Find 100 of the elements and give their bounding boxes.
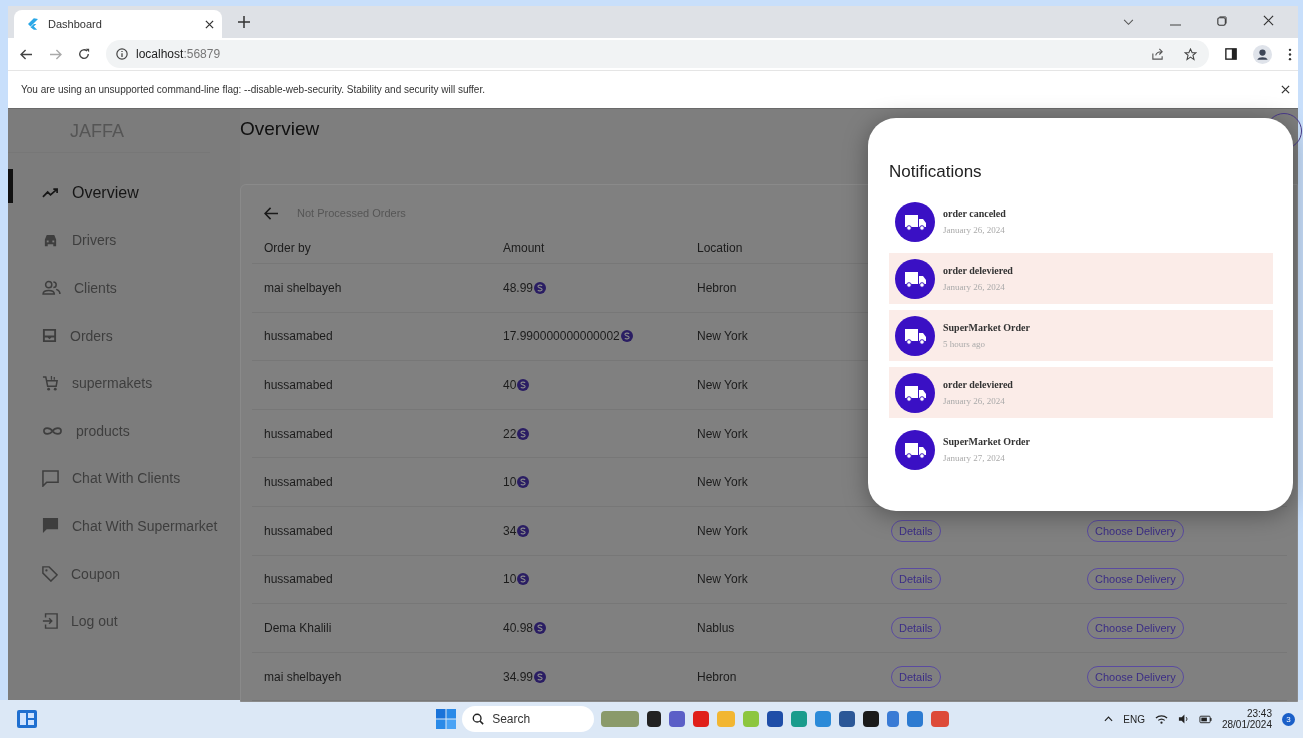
- notification-title: order deleviered: [943, 379, 1013, 390]
- truck-icon: [895, 429, 935, 470]
- star-icon[interactable]: [1184, 47, 1197, 61]
- address-field[interactable]: localhost:56879: [106, 40, 1209, 68]
- sidebar-item[interactable]: Clients: [8, 264, 240, 312]
- truck-icon: [895, 258, 935, 299]
- windows-start-icon[interactable]: [436, 709, 457, 729]
- sidebar-item[interactable]: Drivers: [8, 216, 240, 265]
- logout-icon: [42, 613, 58, 630]
- url-text: localhost:56879: [136, 47, 221, 61]
- new-tab-icon[interactable]: [238, 16, 250, 28]
- table-cell-text: hussamabed: [264, 475, 334, 490]
- coin-icon: [620, 330, 633, 343]
- notification-time: 5 hours ago: [943, 339, 986, 349]
- table-cell-text: Hebron: [697, 669, 738, 684]
- notification-title: SuperMarket Order: [943, 322, 1030, 333]
- speaker-icon[interactable]: [1177, 714, 1189, 724]
- truck-icon: [895, 372, 935, 413]
- table-cell-text: Dema Khalili: [264, 620, 333, 635]
- sidebar-item[interactable]: supermakets: [8, 359, 240, 407]
- notification-item[interactable]: SuperMarket Order January 27, 2024: [889, 424, 1273, 475]
- table-cell-text: New York: [697, 475, 749, 490]
- sidebar-item[interactable]: Coupon: [8, 549, 240, 598]
- sidebar-item[interactable]: Orders: [8, 311, 240, 360]
- notification-item[interactable]: SuperMarket Order 5 hours ago: [889, 310, 1273, 361]
- table-cell: 10: [503, 572, 517, 587]
- chevron-up-icon[interactable]: [1104, 716, 1114, 722]
- menu-dots-icon[interactable]: [1288, 47, 1292, 61]
- chat-bubble-icon: [42, 469, 59, 487]
- infinity-icon: [42, 425, 63, 436]
- close-icon[interactable]: [205, 19, 214, 29]
- sidebar-item[interactable]: Overview: [8, 169, 240, 217]
- table-cell-text: New York: [697, 523, 749, 538]
- table-cell: 22: [503, 426, 517, 441]
- search-field[interactable]: Search: [462, 706, 595, 732]
- restore-icon[interactable]: [1217, 16, 1227, 26]
- dialog-title: Notifications: [889, 162, 983, 182]
- clock-time[interactable]: 23:43: [1246, 708, 1272, 719]
- table-cell-text: New York: [697, 378, 749, 392]
- people-icon: [42, 280, 61, 296]
- back-arrow-icon[interactable]: [20, 48, 33, 60]
- warning-message: You are using an unsupported command-line flag: --disable-web-security. Stability and security will suffer.: [21, 84, 485, 95]
- notification-time: January 26, 2024: [943, 225, 1006, 235]
- table-cell-text: mai shelbayeh: [264, 669, 343, 684]
- table-cell-text: Nablus: [697, 620, 736, 635]
- battery-icon[interactable]: [1198, 714, 1212, 724]
- coin-icon: [517, 379, 530, 391]
- table-cell: 40: [503, 378, 517, 392]
- active-indicator: [8, 169, 13, 203]
- table-cell-text: New York: [697, 426, 749, 441]
- notification-badge[interactable]: 3: [1282, 712, 1295, 726]
- profile-icon[interactable]: [1253, 44, 1272, 64]
- table-cell-text: New York: [697, 329, 749, 344]
- table-cell: 17.990000000000002: [503, 329, 620, 344]
- table-cell-text: mai shelbayeh: [264, 280, 343, 295]
- tag-icon: [42, 565, 58, 582]
- notification-title: order deleviered: [943, 265, 1013, 276]
- trend-line-icon: [42, 187, 59, 198]
- sidebar-item[interactable]: Chat With Supermarket: [8, 502, 240, 550]
- column-header: Amount: [503, 241, 546, 255]
- notification-title: order canceled: [943, 208, 1006, 219]
- inbox-tray-icon: [42, 328, 57, 344]
- chat-bubble-icon: [42, 517, 59, 535]
- browser-tab[interactable]: Dashboard: [14, 10, 222, 38]
- notification-item[interactable]: order deleviered January 26, 2024: [889, 367, 1273, 418]
- table-cell: 34.99: [503, 669, 534, 684]
- sidebar-item[interactable]: products: [8, 406, 240, 455]
- sidebar-item[interactable]: Log out: [8, 597, 240, 645]
- coin-icon: [534, 670, 547, 683]
- notification-title: SuperMarket Order: [943, 436, 1030, 447]
- side-panel-icon[interactable]: [1225, 48, 1237, 60]
- notification-item[interactable]: order canceled January 26, 2024: [889, 196, 1273, 247]
- table-cell-text: hussamabed: [264, 523, 334, 538]
- notification-time: January 27, 2024: [943, 453, 1006, 463]
- table-cell: 34: [503, 523, 517, 538]
- share-icon[interactable]: [1151, 47, 1164, 61]
- coin-icon: [517, 476, 530, 489]
- info-icon: [116, 48, 128, 60]
- coin-icon: [517, 427, 530, 440]
- close-icon[interactable]: [1263, 15, 1274, 26]
- close-icon[interactable]: [1281, 85, 1290, 94]
- language-indicator[interactable]: ENG: [1123, 713, 1145, 725]
- chevron-down-icon[interactable]: [1123, 19, 1134, 26]
- sidebar-item[interactable]: Chat With Clients: [8, 454, 240, 503]
- wifi-icon[interactable]: [1154, 714, 1168, 724]
- widgets-icon[interactable]: [17, 710, 37, 728]
- notification-time: January 26, 2024: [943, 282, 1006, 292]
- reload-icon[interactable]: [78, 48, 90, 60]
- table-cell-text: hussamabed: [264, 378, 334, 392]
- search-icon: [472, 713, 485, 725]
- table-cell-text: hussamabed: [264, 329, 334, 344]
- tab-title: Dashboard: [48, 18, 103, 30]
- notification-time: January 26, 2024: [943, 396, 1006, 406]
- notification-item[interactable]: order deleviered January 26, 2024: [889, 253, 1273, 304]
- coin-icon: [534, 281, 547, 294]
- coin-icon: [534, 621, 547, 634]
- clock-date[interactable]: 28/01/2024: [1221, 719, 1272, 730]
- table-cell: 40.98: [503, 620, 534, 635]
- back-arrow-icon[interactable]: [264, 206, 279, 220]
- table-cell-text: hussamabed: [264, 426, 334, 441]
